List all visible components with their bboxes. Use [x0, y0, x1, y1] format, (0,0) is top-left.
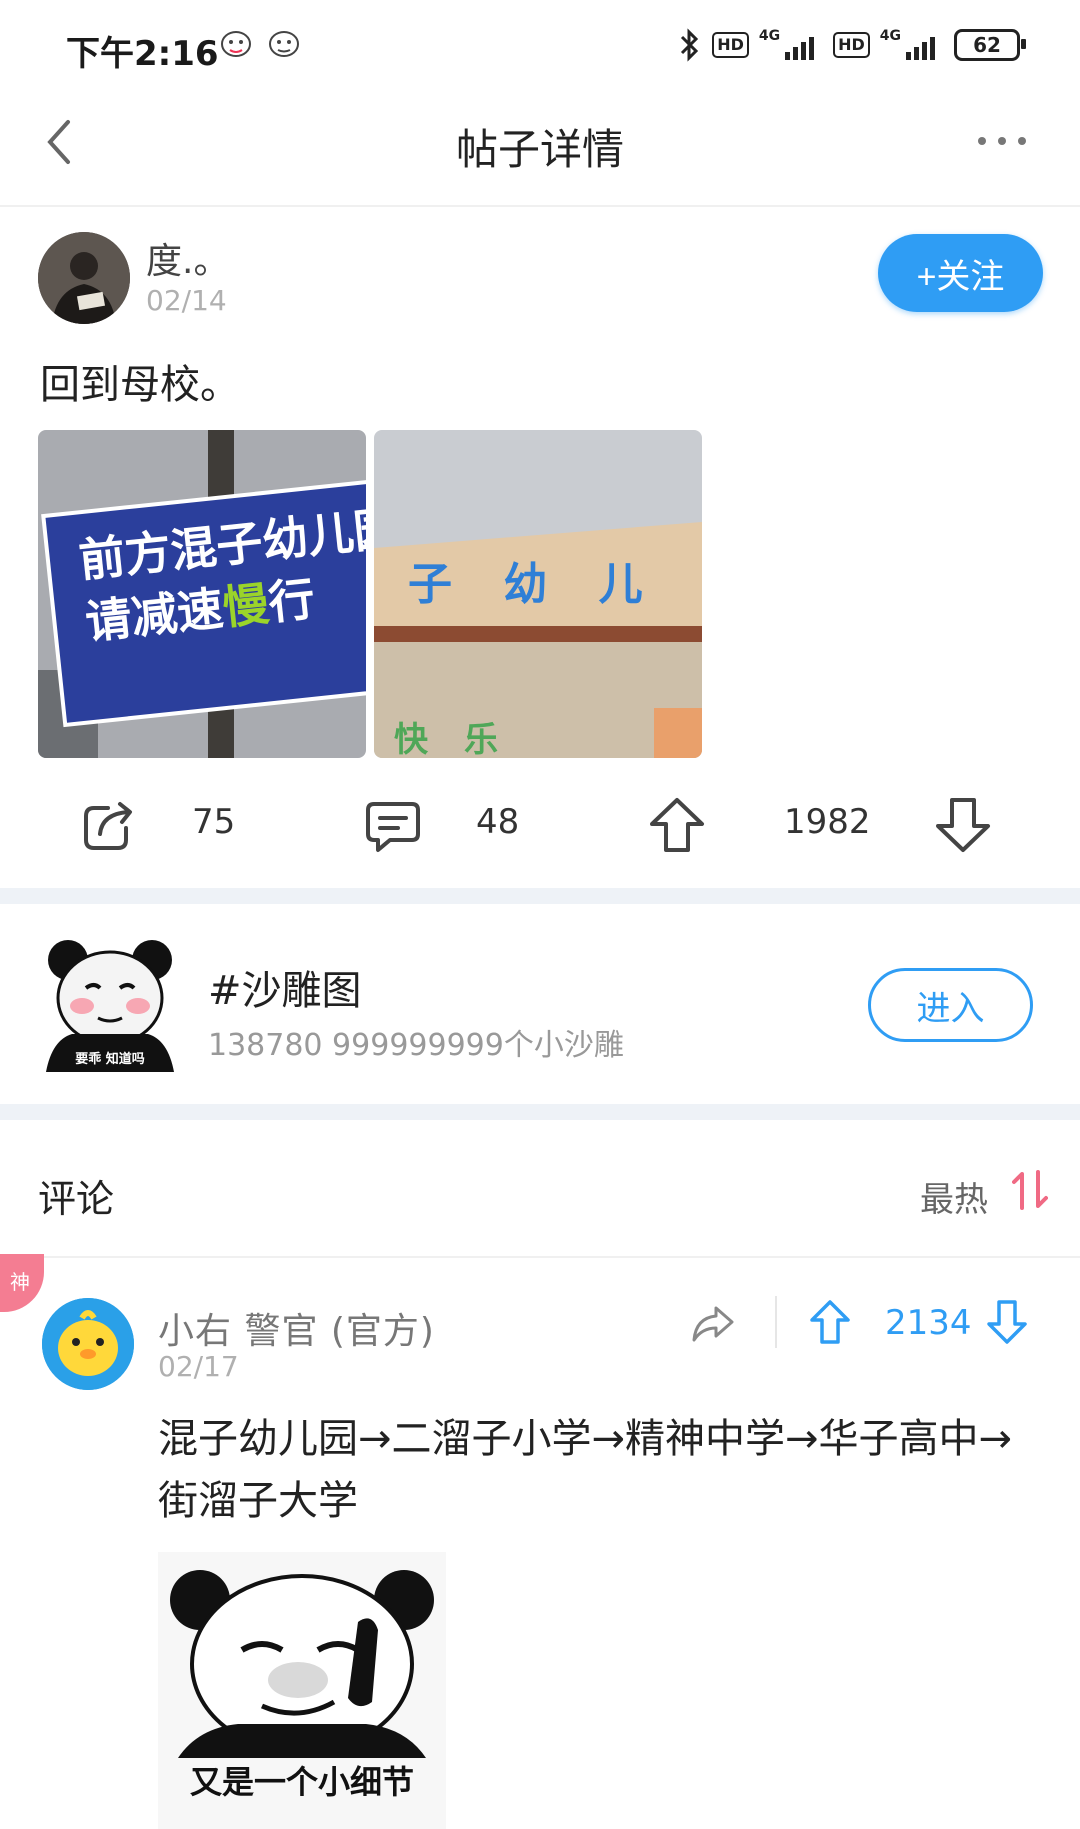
- comments-title: 评论: [38, 1177, 115, 1221]
- meme-caption: 又是一个小细节: [189, 1763, 414, 1801]
- comment-downvote-icon[interactable]: [985, 1298, 1029, 1346]
- upvote-count: 1982: [784, 802, 871, 842]
- more-options-icon[interactable]: [972, 126, 1032, 156]
- follow-button[interactable]: +关注: [878, 234, 1043, 312]
- status-indicators: HD 4G HD 4G 62: [676, 28, 1026, 62]
- post-image-building[interactable]: 子 幼 儿 快乐: [374, 430, 702, 758]
- building-sign-text: 子 幼 儿: [408, 559, 661, 610]
- topic-icon[interactable]: 要乖 知道吗: [42, 936, 178, 1072]
- sort-label[interactable]: 最热: [920, 1172, 988, 1221]
- upvote-icon[interactable]: [648, 796, 706, 854]
- comment-vote-count: 2134: [885, 1303, 972, 1343]
- comment-vertical-divider: [775, 1296, 777, 1348]
- topic-stats: 138780 999999999个小沙雕: [208, 1028, 624, 1063]
- share-icon[interactable]: [80, 796, 138, 854]
- signal-icon: 4G: [759, 28, 823, 62]
- status-time: 下午2:16: [66, 34, 219, 74]
- enter-topic-button[interactable]: 进入: [868, 968, 1033, 1042]
- notification-emoji-icon: [221, 31, 251, 57]
- signal-icon: 4G: [880, 28, 944, 62]
- comment-share-icon[interactable]: [690, 1300, 736, 1346]
- post-text: 回到母校。: [40, 362, 240, 408]
- comment-count: 48: [476, 802, 520, 842]
- comment-date: 02/17: [158, 1350, 239, 1383]
- author-name[interactable]: 度.。: [146, 232, 229, 284]
- comment-divider: [0, 1256, 1080, 1258]
- notification-emoji-icon: [269, 31, 299, 57]
- comment-upvote-icon[interactable]: [808, 1298, 852, 1346]
- building-bottom-text: 快乐: [394, 720, 534, 758]
- topic-name[interactable]: #沙雕图: [208, 958, 362, 1016]
- hd-badge: HD: [833, 32, 870, 58]
- post-date: 02/14: [146, 284, 227, 317]
- battery-icon: 62: [954, 29, 1026, 61]
- nav-divider: [0, 205, 1080, 207]
- share-count: 75: [192, 802, 236, 842]
- author-avatar[interactable]: [38, 232, 130, 324]
- hd-badge: HD: [712, 32, 749, 58]
- comment-meme-image[interactable]: 又是一个小细节: [158, 1552, 446, 1829]
- downvote-icon[interactable]: [934, 796, 992, 854]
- sort-toggle-icon[interactable]: [1012, 1168, 1048, 1212]
- section-divider: [0, 888, 1080, 904]
- god-comment-badge: 神: [0, 1254, 44, 1312]
- comment-text: 混子幼儿园→二溜子小学→精神中学→华子高中→街溜子大学: [158, 1416, 1013, 1524]
- section-divider: [0, 1104, 1080, 1120]
- commenter-avatar[interactable]: [42, 1298, 134, 1390]
- commenter-name[interactable]: 小右 警官 (官方): [158, 1302, 435, 1354]
- bluetooth-icon: [681, 28, 699, 62]
- post-image-sign[interactable]: 前方混子幼儿园 请减速慢行: [38, 430, 366, 758]
- comment-icon[interactable]: [364, 796, 422, 854]
- topic-icon-caption: 要乖 知道吗: [75, 1052, 145, 1067]
- page-title: 帖子详情: [455, 125, 624, 174]
